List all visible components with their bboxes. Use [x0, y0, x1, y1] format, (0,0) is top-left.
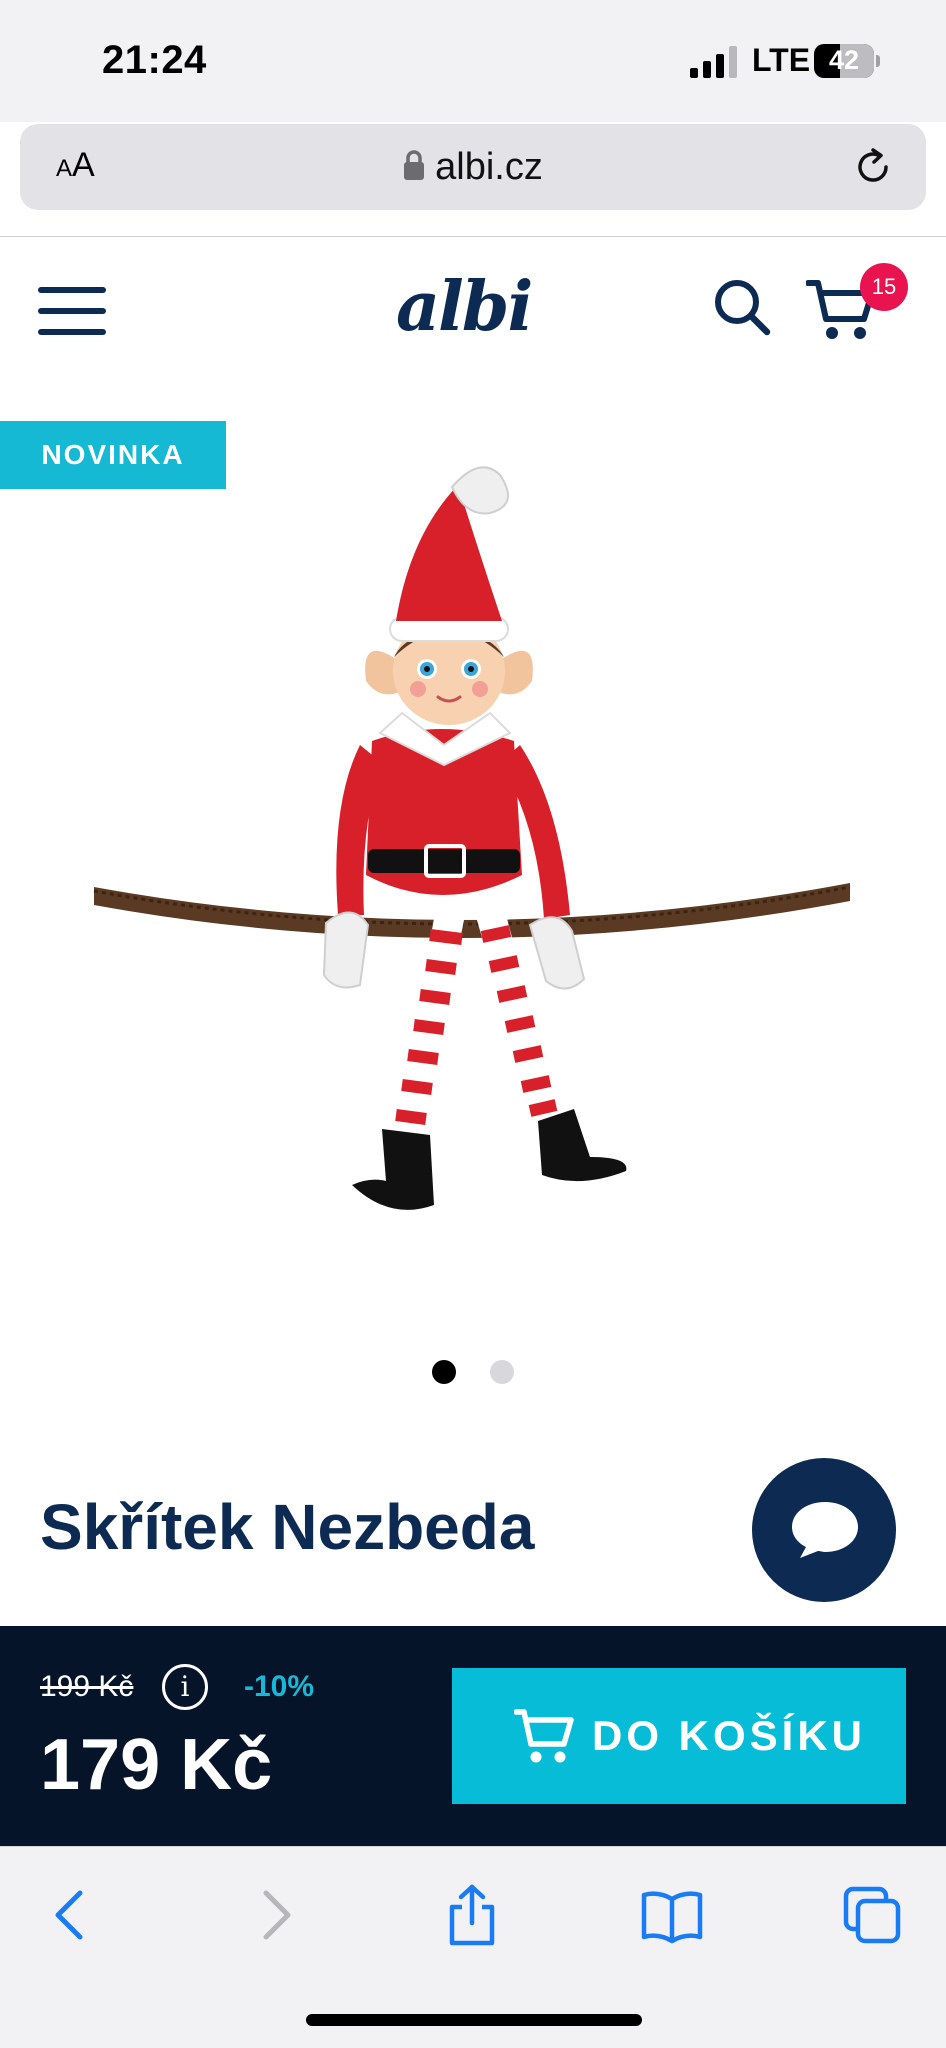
bookmarks-icon[interactable]	[640, 1883, 704, 1947]
pagination-dot-2[interactable]	[490, 1360, 514, 1384]
status-time: 21:24	[102, 38, 207, 82]
battery-level: 42	[828, 45, 860, 75]
battery-tip	[876, 55, 880, 67]
forward-icon[interactable]	[242, 1883, 306, 1947]
reload-icon[interactable]	[852, 146, 894, 188]
url-text: albi.cz	[435, 146, 543, 188]
site-header: albi	[0, 237, 946, 380]
tabs-icon[interactable]	[840, 1883, 904, 1947]
back-icon[interactable]	[40, 1883, 104, 1947]
network-type: LTE	[752, 42, 811, 78]
chat-button[interactable]	[752, 1458, 896, 1602]
add-to-cart-label: DO KOŠÍKU	[592, 1712, 867, 1759]
current-price: 179 Kč	[40, 1725, 273, 1805]
chat-icon	[792, 1502, 858, 1558]
discount-label: -10%	[244, 1670, 315, 1703]
pagination-dot-1[interactable]	[432, 1360, 456, 1384]
search-icon[interactable]	[712, 277, 772, 337]
home-indicator	[306, 2014, 642, 2026]
add-to-cart-button[interactable]: DO KOŠÍKU	[452, 1668, 906, 1804]
old-price: 199 Kč	[40, 1670, 134, 1703]
lock-icon	[404, 150, 425, 180]
signal-icon	[690, 46, 737, 78]
url-display[interactable]: albi.cz	[20, 146, 926, 189]
product-image-elf[interactable]	[90, 445, 860, 1235]
cart-icon	[514, 1709, 574, 1763]
address-bar[interactable]: AA albi.cz	[20, 124, 926, 210]
cart-count-badge: 15	[860, 263, 908, 311]
share-icon[interactable]	[440, 1883, 504, 1947]
product-title: Skřítek Nezbeda	[40, 1491, 535, 1563]
battery-icon: 42	[814, 44, 874, 78]
info-icon[interactable]: i	[162, 1664, 208, 1710]
image-pagination	[0, 1360, 946, 1386]
menu-icon[interactable]	[38, 285, 106, 337]
status-bar: 21:24 LTE 42	[0, 0, 946, 122]
buy-bar: 199 Kč i -10% 179 Kč DO KOŠÍKU	[0, 1626, 946, 1846]
albi-logo[interactable]: albi	[396, 267, 533, 347]
